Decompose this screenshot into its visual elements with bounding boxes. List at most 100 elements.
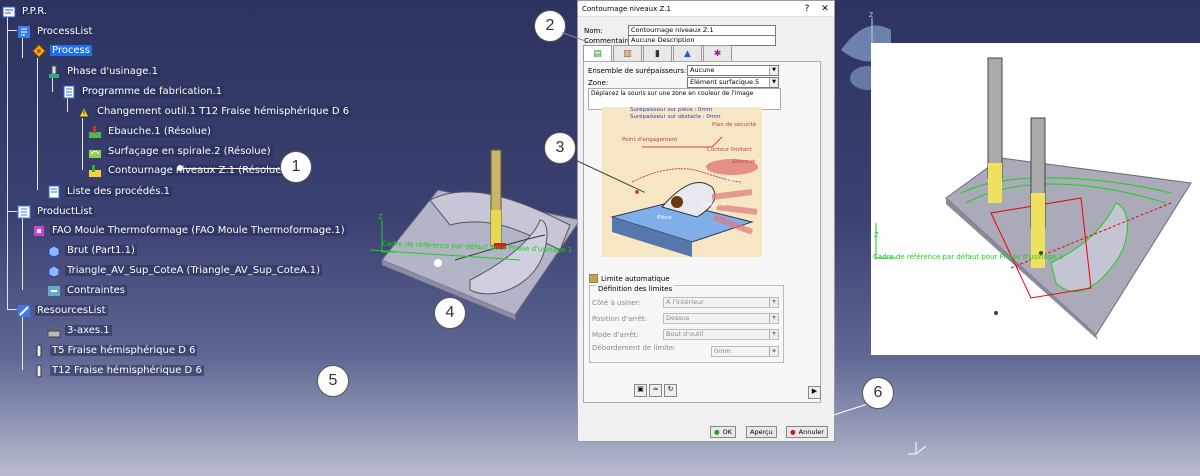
tree-item-brut[interactable]: Brut (Part1.1) [47, 242, 137, 258]
close-button[interactable]: ✕ [816, 4, 834, 14]
ok-button[interactable]: ● OK [710, 426, 737, 438]
offset-group-value: Aucune [690, 66, 715, 74]
viewport-point-marker [434, 259, 442, 267]
cancel-label: Annuler [798, 428, 824, 436]
dialog-titlebar[interactable]: Contournage niveaux Z.1 ? ✕ [578, 1, 834, 17]
overshoot-label: Débordement de limite: [592, 344, 676, 352]
product-icon [32, 223, 46, 237]
zone-value: Elément surfacique.5 [690, 78, 760, 86]
zone-select[interactable]: Elément surfacique.5 ▼ [687, 77, 779, 88]
tab-feeds[interactable]: ▲ [673, 45, 702, 62]
img-bottom-label[interactable]: Fond [727, 177, 740, 183]
tree-connector [22, 38, 23, 58]
tree-item-process-list[interactable]: Liste des procédés.1 [47, 183, 172, 199]
tool-icon [32, 343, 46, 358]
tab-strategy[interactable]: ▥ [613, 45, 642, 62]
tab-macros[interactable]: ✱ [703, 45, 732, 62]
tree-item-productlist[interactable]: ProductList [17, 203, 95, 219]
tree-item-3-axes[interactable]: 3-axes.1 [47, 322, 112, 338]
img-entry-point-label[interactable]: Point d'engagement [622, 137, 677, 143]
preview-button[interactable]: Aperçu [746, 426, 777, 438]
geometry-panel: Ensemble de surépaisseurs: Aucune ▼ Zone… [583, 61, 821, 403]
frame-label-right: Cadre de référence par défaut pour Phase… [873, 253, 1064, 261]
z-level-icon [88, 163, 102, 177]
dialog-title: Contournage niveaux Z.1 [582, 4, 671, 13]
stop-position-select[interactable]: Dessus ▼ [663, 313, 779, 324]
limits-group: Définition des limites Côté à usiner: A … [589, 285, 784, 363]
auto-limit-checkbox[interactable] [589, 274, 598, 283]
feeds-tab-icon: ▲ [684, 48, 691, 59]
tree-item-tool-change[interactable]: Changement outil.1 T12 Fraise hémisphéri… [77, 103, 352, 119]
toolpath-preview-view[interactable] [871, 43, 1200, 355]
tree-connector [67, 98, 68, 112]
part-icon [47, 263, 61, 278]
side-select[interactable]: A l'intérieur ▼ [663, 297, 779, 308]
zone-label: Zone: [588, 79, 609, 87]
tool-replay-icon[interactable]: ▶ [808, 386, 821, 399]
tree-connector [52, 78, 53, 92]
macros-tab-icon: ✱ [713, 48, 722, 59]
machine-icon [47, 323, 61, 338]
tree-item-z-level[interactable]: Contournage niveaux Z.1 (Résolue) [88, 162, 288, 178]
z-level-dialog: Contournage niveaux Z.1 ? ✕ Nom: Contour… [577, 0, 835, 442]
tree-item-machining-phase[interactable]: Phase d'usinage.1 [47, 63, 160, 79]
spinner-icon: ◆ [769, 347, 778, 356]
tree-item-spiral-facing[interactable]: Surfaçage en spirale.2 (Résolue) [88, 143, 273, 159]
ppr-icon [2, 4, 16, 18]
dropdown-arrow-icon: ▼ [769, 66, 778, 75]
callout-3: 3 [544, 132, 576, 164]
stop-position-value: Dessus [666, 314, 690, 322]
overshoot-field[interactable]: 0mm ◆ [711, 346, 779, 357]
tab-geometry[interactable]: ▤ [583, 45, 612, 62]
comment-label: Commentaire: [584, 36, 634, 45]
img-part-label[interactable]: Pièce [657, 215, 672, 221]
callout-1: 1 [280, 151, 312, 183]
tree-item-resourceslist[interactable]: ResourcesList [17, 302, 108, 318]
macro-icon[interactable]: ↻ [664, 384, 677, 397]
tree-item-roughing[interactable]: Ebauche.1 (Résolue) [88, 123, 213, 139]
part-icon [47, 243, 61, 258]
tool-change-icon [77, 104, 91, 118]
help-button[interactable]: ? [798, 4, 816, 14]
geometry-schematic[interactable]: Surépaisseur sur pièce : 0mm Surépaisseu… [602, 107, 762, 257]
tree-item-product[interactable]: FAO Moule Thermoformage (FAO Moule Therm… [32, 222, 347, 238]
tree-connector [22, 314, 23, 370]
tool-icon [32, 363, 46, 378]
img-top-label[interactable]: Sommet [732, 159, 755, 165]
tab-tool[interactable]: ▮ [643, 45, 672, 62]
offset-group-label: Ensemble de surépaisseurs: [588, 67, 687, 75]
cancel-button[interactable]: ● Annuler [786, 426, 828, 438]
tool-path-icon[interactable]: ▣ [634, 384, 647, 397]
tree-connector [82, 118, 83, 170]
offset-group-select[interactable]: Aucune ▼ [687, 65, 779, 76]
img-limit-contour-label[interactable]: Contour limitant [707, 147, 752, 153]
img-check-offset-label[interactable]: Surépaisseur sur obstacle : 0mm [630, 114, 721, 120]
img-check-label[interactable]: Obstacle [702, 202, 726, 208]
tree-item-process[interactable]: Process [32, 42, 92, 58]
spiral-facing-icon [88, 144, 102, 158]
callout-4: 4 [434, 297, 466, 329]
feed-icon[interactable]: ≈ [649, 384, 662, 397]
tree-item-processlist[interactable]: ProcessList [17, 23, 95, 39]
dropdown-arrow-icon: ▼ [769, 78, 778, 87]
tree-item-constraints[interactable]: Contraintes [47, 282, 127, 298]
img-safety-plane-label[interactable]: Plan de sécurité [712, 122, 756, 128]
tree-item-triangle[interactable]: Triangle_AV_Sup_CoteA (Triangle_AV_Sup_C… [47, 262, 323, 278]
process-list-icon [17, 24, 31, 38]
side-label: Côté à usiner: [592, 299, 641, 307]
part-3d-view[interactable] [370, 140, 585, 320]
tree-item-ppr[interactable]: P.P.R. [2, 3, 50, 19]
callout-1-leader [180, 168, 280, 169]
ok-icon: ● [714, 428, 720, 436]
geometry-tab-icon: ▤ [593, 48, 602, 59]
tree-connector [7, 309, 17, 310]
tree-item-program[interactable]: Programme de fabrication.1 [62, 83, 225, 99]
tree-item-t12-tool[interactable]: T12 Fraise hémisphérique D 6 [32, 362, 204, 378]
preview-label: Aperçu [750, 428, 773, 436]
tree-connector [7, 30, 17, 31]
tree-item-t5-tool[interactable]: T5 Fraise hémisphérique D 6 [32, 342, 198, 358]
stop-mode-select[interactable]: Bout d'outil ▼ [663, 329, 779, 340]
tree-connector [37, 58, 38, 190]
resources-list-icon [17, 303, 31, 317]
img-part-offset-label[interactable]: Surépaisseur sur pièce : 0mm [630, 107, 712, 113]
